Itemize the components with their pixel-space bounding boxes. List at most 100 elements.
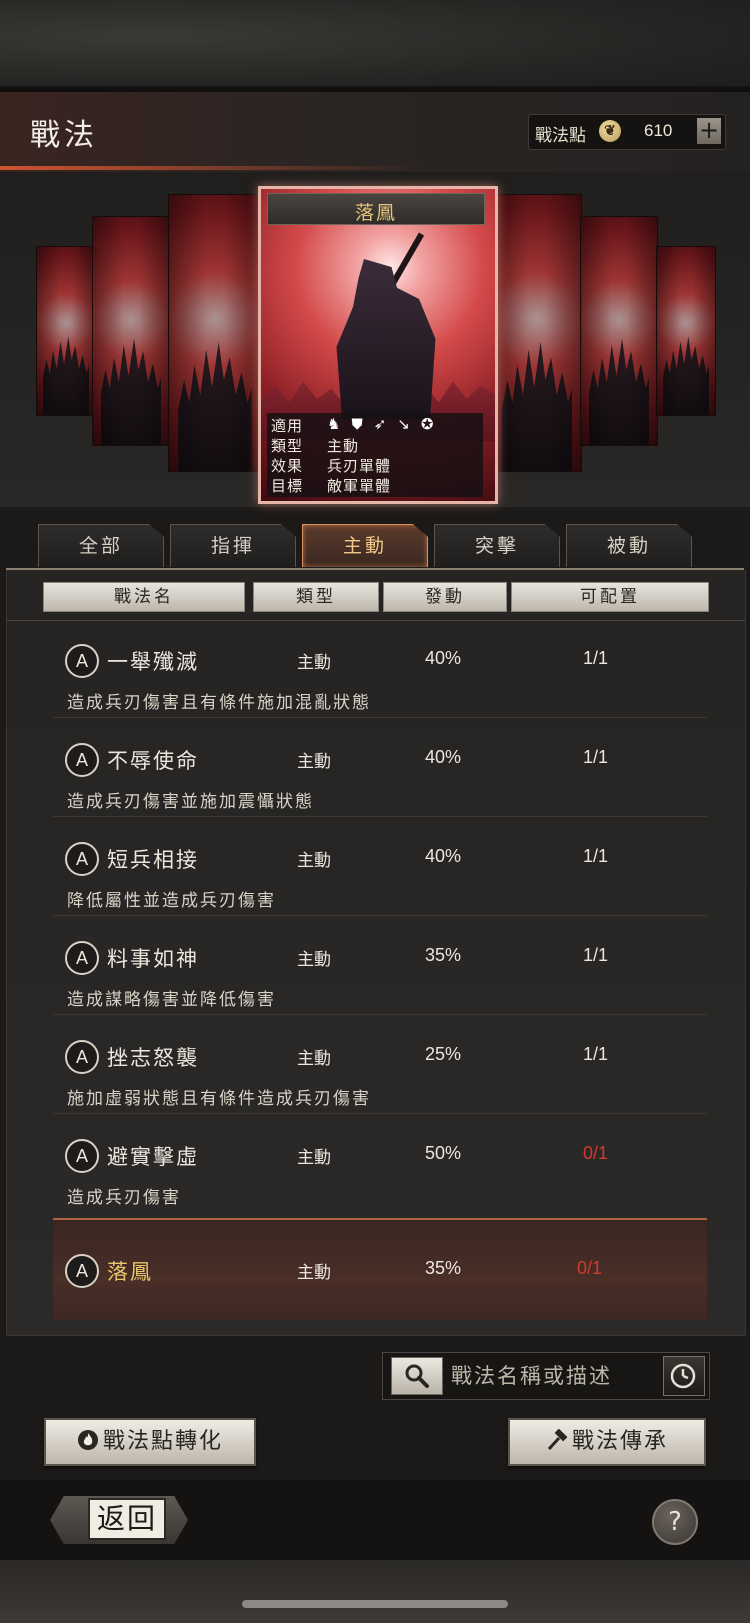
carousel-card[interactable] [36, 246, 96, 416]
carousel-card[interactable] [92, 216, 170, 446]
card-info-panel: 適用 ♞ ⛊ ➶ ↘ ✪ 類型 主動 效果 兵刃單體 目標 敵軍單體 [267, 413, 483, 497]
featured-tactic-card[interactable]: 落鳳 適用 ♞ ⛊ ➶ ↘ ✪ 類型 主動 效果 兵刃單體 目標 敵軍單體 [258, 186, 498, 504]
tactic-rate: 35% [425, 1258, 462, 1278]
tactic-name: 料事如神 [107, 947, 199, 971]
card-title-bar: 落鳳 [267, 193, 485, 225]
tactic-list-panel: 戰法名 類型 發動 可配置 A 一舉殲滅 主動 40% 1/1 造成兵刃傷害且有… [6, 570, 746, 1336]
tactic-tabs: 全部 指揮 主動 突擊 被動 [0, 520, 750, 568]
tactic-slots: 1/1 [583, 747, 609, 767]
tactic-description: 造成兵刃傷害且有條件施加混亂狀態 [67, 693, 371, 713]
tactic-rate: 50% [425, 1143, 462, 1163]
tactic-name: 短兵相接 [107, 848, 199, 872]
tactic-row[interactable]: A 短兵相接 主動 40% 1/1 降低屬性並造成兵刃傷害 [53, 820, 707, 916]
add-points-button[interactable]: + [697, 118, 721, 144]
page-title: 戰法 [30, 118, 98, 153]
info-value: 敵軍單體 [327, 477, 392, 495]
tactic-slots: 1/1 [583, 1044, 609, 1064]
carousel-card[interactable] [656, 246, 716, 416]
grade-badge: A [65, 1040, 99, 1074]
tactic-rate: 25% [425, 1044, 462, 1064]
history-button[interactable] [663, 1356, 705, 1396]
help-button[interactable]: ? [652, 1499, 698, 1545]
tactic-points-value: 610 [644, 121, 673, 140]
info-key: 目標 [271, 477, 304, 495]
tactic-name: 不辱使命 [107, 749, 199, 773]
tactic-row[interactable]: A 不辱使命 主動 40% 1/1 造成兵刃傷害並施加震懾狀態 [53, 721, 707, 817]
header-glow-line [0, 166, 420, 170]
tactic-description: 造成謀略傷害並降低傷害 [67, 990, 276, 1010]
hammer-icon [546, 1423, 568, 1451]
header-bar: 戰法 戰法點 ❦ 610 + [0, 92, 750, 172]
info-value: 兵刃單體 [327, 457, 392, 475]
tactic-description: 降低屬性並造成兵刃傷害 [67, 891, 276, 911]
selected-tactic-row[interactable]: A 落鳳 主動 35% 0/1 [53, 1218, 707, 1320]
top-decoration [0, 0, 750, 92]
tactic-type: 主動 [297, 752, 331, 772]
card-title: 落鳳 [354, 202, 397, 224]
feather-icon: ❦ [599, 120, 621, 142]
tactic-slots: 0/1 [583, 1143, 609, 1163]
tactic-inherit-button[interactable]: 戰法傳承 [508, 1418, 706, 1466]
carousel-card[interactable] [168, 194, 262, 472]
tactic-points-box: 戰法點 ❦ 610 + [528, 114, 726, 150]
back-button[interactable]: 返回 [88, 1498, 166, 1540]
bottom-decoration [0, 1560, 750, 1623]
tab-all[interactable]: 全部 [38, 524, 164, 567]
tactic-name: 挫志怒襲 [107, 1046, 199, 1070]
tactic-slots: 0/1 [577, 1258, 603, 1278]
card-artwork [336, 259, 436, 419]
convert-points-label: 戰法點轉化 [102, 1429, 223, 1454]
info-key: 類型 [271, 437, 304, 455]
tactic-type: 主動 [297, 1263, 331, 1283]
tactic-points-label: 戰法點 [535, 126, 586, 146]
grade-badge: A [65, 743, 99, 777]
column-header-name[interactable]: 戰法名 [43, 582, 245, 612]
tactic-slots: 1/1 [583, 846, 609, 866]
grade-badge: A [65, 842, 99, 876]
tactic-type: 主動 [297, 1049, 331, 1069]
tab-assault[interactable]: 突擊 [434, 524, 560, 567]
tab-passive[interactable]: 被動 [566, 524, 692, 567]
tactic-name: 一舉殲滅 [107, 650, 199, 674]
tactic-description: 造成兵刃傷害 [67, 1188, 181, 1208]
flame-icon [77, 1423, 99, 1450]
wheel-icon: ✪ [420, 415, 435, 433]
grade-badge: A [65, 941, 99, 975]
cavalry-icon: ♞ [327, 415, 342, 433]
shield-icon: ⛊ [351, 415, 364, 433]
convert-points-button[interactable]: 戰法點轉化 [44, 1418, 256, 1466]
tactic-row[interactable]: A 料事如神 主動 35% 1/1 造成謀略傷害並降低傷害 [53, 919, 707, 1015]
tactic-name: 避實擊虛 [107, 1145, 199, 1169]
tactic-rate: 40% [425, 747, 462, 767]
spear-icon: ↘ [397, 415, 411, 433]
info-value: 主動 [327, 437, 360, 455]
tactic-slots: 1/1 [583, 648, 609, 668]
clock-icon [670, 1363, 696, 1389]
carousel-card[interactable] [580, 216, 658, 446]
column-header-type[interactable]: 類型 [253, 582, 379, 612]
info-key: 適用 [271, 417, 304, 435]
tab-active[interactable]: 主動 [302, 524, 428, 567]
home-indicator[interactable] [242, 1600, 508, 1608]
tab-command[interactable]: 指揮 [170, 524, 296, 567]
search-icon [405, 1364, 429, 1388]
tactic-description: 施加虛弱狀態且有條件造成兵刃傷害 [67, 1089, 371, 1109]
tactic-type: 主動 [297, 851, 331, 871]
info-key: 效果 [271, 457, 304, 475]
search-button[interactable] [391, 1357, 443, 1395]
carousel-card[interactable] [492, 194, 582, 472]
column-header-rate[interactable]: 發動 [383, 582, 507, 612]
tactic-row[interactable]: A 挫志怒襲 主動 25% 1/1 施加虛弱狀態且有條件造成兵刃傷害 [53, 1018, 707, 1114]
tactic-type: 主動 [297, 950, 331, 970]
tactic-rate: 40% [425, 846, 462, 866]
tactic-row[interactable]: A 一舉殲滅 主動 40% 1/1 造成兵刃傷害且有條件施加混亂狀態 [53, 622, 707, 718]
search-input[interactable] [449, 1358, 653, 1394]
grade-badge: A [65, 644, 99, 678]
tactic-inherit-label: 戰法傳承 [571, 1429, 668, 1454]
tactic-description: 造成兵刃傷害並施加震懾狀態 [67, 792, 314, 812]
tactic-slots: 1/1 [583, 945, 609, 965]
tactic-row[interactable]: A 避實擊虛 主動 50% 0/1 造成兵刃傷害 [53, 1117, 707, 1213]
grade-badge: A [65, 1139, 99, 1173]
column-header-slots[interactable]: 可配置 [511, 582, 709, 612]
tactic-rate: 40% [425, 648, 462, 668]
